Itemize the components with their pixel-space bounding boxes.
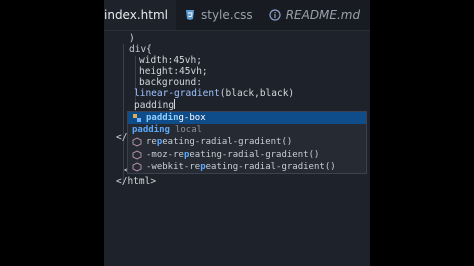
tab-bar: index.html style.css README.md bbox=[104, 0, 370, 31]
autocomplete-item-padding-box[interactable]: paddin g-box bbox=[128, 112, 366, 125]
css-file-icon bbox=[184, 9, 196, 21]
function-icon bbox=[132, 150, 142, 160]
property-icon bbox=[132, 113, 142, 123]
code-line: padding bbox=[134, 99, 176, 111]
code-line: div{ bbox=[129, 44, 152, 55]
tab-label: README.md bbox=[285, 8, 361, 22]
code-line: height:45vh; bbox=[139, 66, 208, 77]
tab-label: style.css bbox=[200, 8, 253, 22]
code-line: </html> bbox=[116, 176, 157, 187]
autocomplete-item-padding-local[interactable]: padding local bbox=[128, 124, 366, 136]
info-icon bbox=[269, 9, 281, 21]
function-icon bbox=[132, 137, 142, 148]
code-line: ) bbox=[129, 33, 135, 44]
editor-window: index.html style.css README.md ) div{ wi… bbox=[104, 0, 370, 266]
text-cursor bbox=[174, 99, 176, 109]
autocomplete-item-moz-repeating-radial-gradient[interactable]: -moz-re p eating-radial-gradient() bbox=[128, 149, 366, 161]
code-line: linear-gradient(black,black) bbox=[134, 88, 295, 99]
autocomplete-item-repeating-radial-gradient[interactable]: re p eating-radial-gradient() bbox=[128, 136, 366, 148]
tab-label: index.html bbox=[104, 8, 168, 22]
tab-readme-md[interactable]: README.md bbox=[261, 0, 368, 30]
tab-style-css[interactable]: style.css bbox=[176, 0, 261, 30]
function-icon bbox=[132, 162, 142, 172]
autocomplete-item-webkit-repeating-radial-gradient[interactable]: -webkit-re p eating-radial-gradient() bbox=[128, 161, 366, 173]
indent-guide bbox=[123, 44, 124, 184]
tab-index-html[interactable]: index.html bbox=[104, 0, 176, 30]
code-line: width:45vh; bbox=[139, 55, 202, 66]
autocomplete-popup: paddin g-box padding local re p eating-radia… bbox=[127, 111, 367, 174]
code-line: background: bbox=[139, 77, 202, 88]
